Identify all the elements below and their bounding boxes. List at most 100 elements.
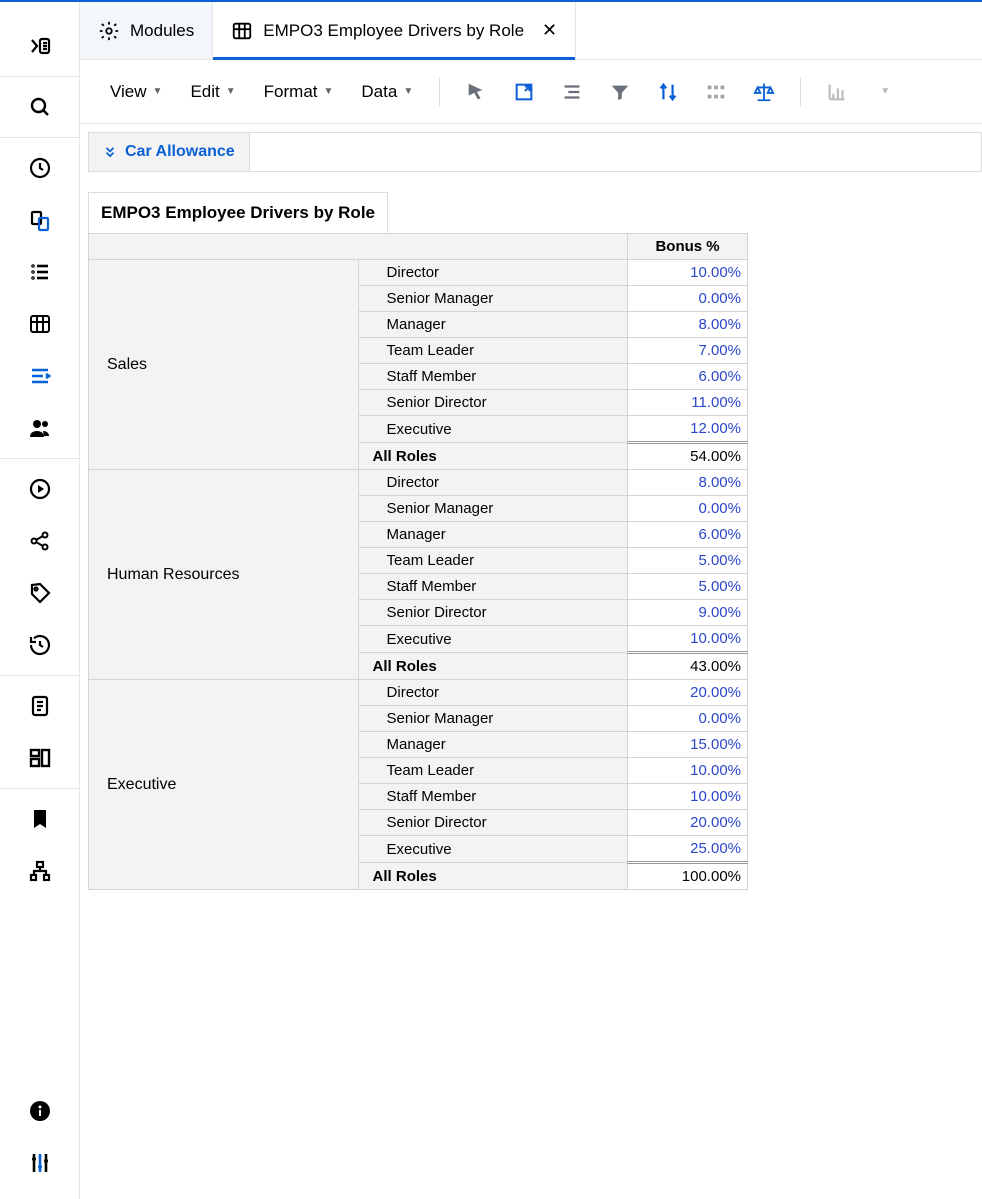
value-cell[interactable]: 10.00% bbox=[628, 626, 748, 653]
value-cell[interactable]: 5.00% bbox=[628, 574, 748, 600]
history-icon[interactable] bbox=[12, 625, 68, 665]
info-icon[interactable] bbox=[12, 1091, 68, 1131]
role-cell[interactable]: Manager bbox=[358, 312, 628, 338]
role-cell[interactable]: Director bbox=[358, 260, 628, 286]
data-grid[interactable]: Bonus % SalesDirector10.00%Senior Manage… bbox=[88, 233, 748, 890]
chevron-down-icon: ▼ bbox=[324, 86, 334, 97]
tab-active-label: EMPO3 Employee Drivers by Role bbox=[263, 21, 524, 41]
menu-format[interactable]: Format▼ bbox=[254, 76, 344, 108]
value-cell[interactable]: 8.00% bbox=[628, 312, 748, 338]
total-value-cell[interactable]: 100.00% bbox=[628, 863, 748, 890]
sort-icon[interactable] bbox=[648, 72, 688, 112]
gear-icon bbox=[98, 20, 120, 42]
department-cell[interactable]: Sales bbox=[89, 260, 359, 470]
role-cell[interactable]: Team Leader bbox=[358, 758, 628, 784]
value-cell[interactable]: 25.00% bbox=[628, 836, 748, 863]
chevron-down-icon: ▼ bbox=[403, 86, 413, 97]
value-cell[interactable]: 5.00% bbox=[628, 548, 748, 574]
value-cell[interactable]: 11.00% bbox=[628, 390, 748, 416]
chevron-down-icon: ▼ bbox=[226, 86, 236, 97]
all-roles-cell[interactable]: All Roles bbox=[358, 653, 628, 680]
dashboard-icon[interactable] bbox=[12, 738, 68, 778]
chart-dropdown-icon[interactable]: ▼ bbox=[865, 72, 905, 112]
menu-edit-label: Edit bbox=[190, 82, 219, 102]
value-cell[interactable]: 10.00% bbox=[628, 260, 748, 286]
department-cell[interactable]: Executive bbox=[89, 680, 359, 890]
menu-edit[interactable]: Edit ▼ bbox=[180, 76, 245, 108]
dimension-input[interactable] bbox=[249, 133, 981, 171]
copy-icon[interactable] bbox=[12, 200, 68, 240]
clock-icon[interactable] bbox=[12, 148, 68, 188]
role-cell[interactable]: Manager bbox=[358, 522, 628, 548]
role-cell[interactable]: Executive bbox=[358, 626, 628, 653]
tag-icon[interactable] bbox=[12, 573, 68, 613]
grid-table-icon[interactable] bbox=[12, 304, 68, 344]
value-cell[interactable]: 0.00% bbox=[628, 706, 748, 732]
search-icon[interactable] bbox=[12, 87, 68, 127]
filter-list-icon[interactable] bbox=[12, 356, 68, 396]
all-roles-cell[interactable]: All Roles bbox=[358, 863, 628, 890]
column-header-bonus[interactable]: Bonus % bbox=[628, 234, 748, 260]
role-cell[interactable]: Director bbox=[358, 680, 628, 706]
people-icon[interactable] bbox=[12, 408, 68, 448]
role-cell[interactable]: Staff Member bbox=[358, 364, 628, 390]
role-cell[interactable]: Senior Director bbox=[358, 390, 628, 416]
total-value-cell[interactable]: 54.00% bbox=[628, 443, 748, 470]
role-cell[interactable]: Senior Manager bbox=[358, 706, 628, 732]
separator bbox=[800, 77, 801, 107]
tab-modules-label: Modules bbox=[130, 21, 194, 41]
role-cell[interactable]: Senior Director bbox=[358, 810, 628, 836]
role-cell[interactable]: Manager bbox=[358, 732, 628, 758]
filter-icon[interactable] bbox=[600, 72, 640, 112]
chart-icon[interactable] bbox=[817, 72, 857, 112]
value-cell[interactable]: 12.00% bbox=[628, 416, 748, 443]
bookmark-icon[interactable] bbox=[12, 799, 68, 839]
role-cell[interactable]: Team Leader bbox=[358, 548, 628, 574]
value-cell[interactable]: 0.00% bbox=[628, 286, 748, 312]
value-cell[interactable]: 10.00% bbox=[628, 784, 748, 810]
role-cell[interactable]: Staff Member bbox=[358, 784, 628, 810]
role-cell[interactable]: Team Leader bbox=[358, 338, 628, 364]
list-icon[interactable] bbox=[12, 252, 68, 292]
menu-data[interactable]: Data▼ bbox=[351, 76, 423, 108]
role-cell[interactable]: Executive bbox=[358, 836, 628, 863]
value-cell[interactable]: 20.00% bbox=[628, 680, 748, 706]
value-cell[interactable]: 15.00% bbox=[628, 732, 748, 758]
cells-icon[interactable] bbox=[696, 72, 736, 112]
role-cell[interactable]: Senior Director bbox=[358, 600, 628, 626]
value-cell[interactable]: 7.00% bbox=[628, 338, 748, 364]
document-icon[interactable] bbox=[12, 686, 68, 726]
align-icon[interactable] bbox=[552, 72, 592, 112]
play-circle-icon[interactable] bbox=[12, 469, 68, 509]
menu-view[interactable]: View▼ bbox=[100, 76, 172, 108]
share-icon[interactable] bbox=[12, 521, 68, 561]
tab-active[interactable]: EMPO3 Employee Drivers by Role ✕ bbox=[213, 2, 576, 59]
role-cell[interactable]: Director bbox=[358, 470, 628, 496]
tab-modules[interactable]: Modules bbox=[80, 2, 213, 59]
dimension-label: Car Allowance bbox=[125, 143, 235, 161]
role-cell[interactable]: Executive bbox=[358, 416, 628, 443]
role-cell[interactable]: Staff Member bbox=[358, 574, 628, 600]
tab-bar: Modules EMPO3 Employee Drivers by Role ✕ bbox=[80, 2, 982, 60]
value-cell[interactable]: 6.00% bbox=[628, 522, 748, 548]
table-row: SalesDirector10.00% bbox=[89, 260, 748, 286]
value-cell[interactable]: 0.00% bbox=[628, 496, 748, 522]
sidebar-expand-icon[interactable] bbox=[12, 26, 68, 66]
value-cell[interactable]: 6.00% bbox=[628, 364, 748, 390]
all-roles-cell[interactable]: All Roles bbox=[358, 443, 628, 470]
value-cell[interactable]: 10.00% bbox=[628, 758, 748, 784]
role-cell[interactable]: Senior Manager bbox=[358, 496, 628, 522]
sliders-icon[interactable] bbox=[12, 1143, 68, 1183]
value-cell[interactable]: 8.00% bbox=[628, 470, 748, 496]
expand-frame-icon[interactable] bbox=[504, 72, 544, 112]
role-cell[interactable]: Senior Manager bbox=[358, 286, 628, 312]
value-cell[interactable]: 9.00% bbox=[628, 600, 748, 626]
department-cell[interactable]: Human Resources bbox=[89, 470, 359, 680]
balance-icon[interactable] bbox=[744, 72, 784, 112]
close-icon[interactable]: ✕ bbox=[542, 20, 557, 41]
value-cell[interactable]: 20.00% bbox=[628, 810, 748, 836]
hierarchy-icon[interactable] bbox=[12, 851, 68, 891]
dimension-car-allowance[interactable]: Car Allowance bbox=[89, 133, 249, 171]
cursor-icon[interactable] bbox=[456, 72, 496, 112]
total-value-cell[interactable]: 43.00% bbox=[628, 653, 748, 680]
